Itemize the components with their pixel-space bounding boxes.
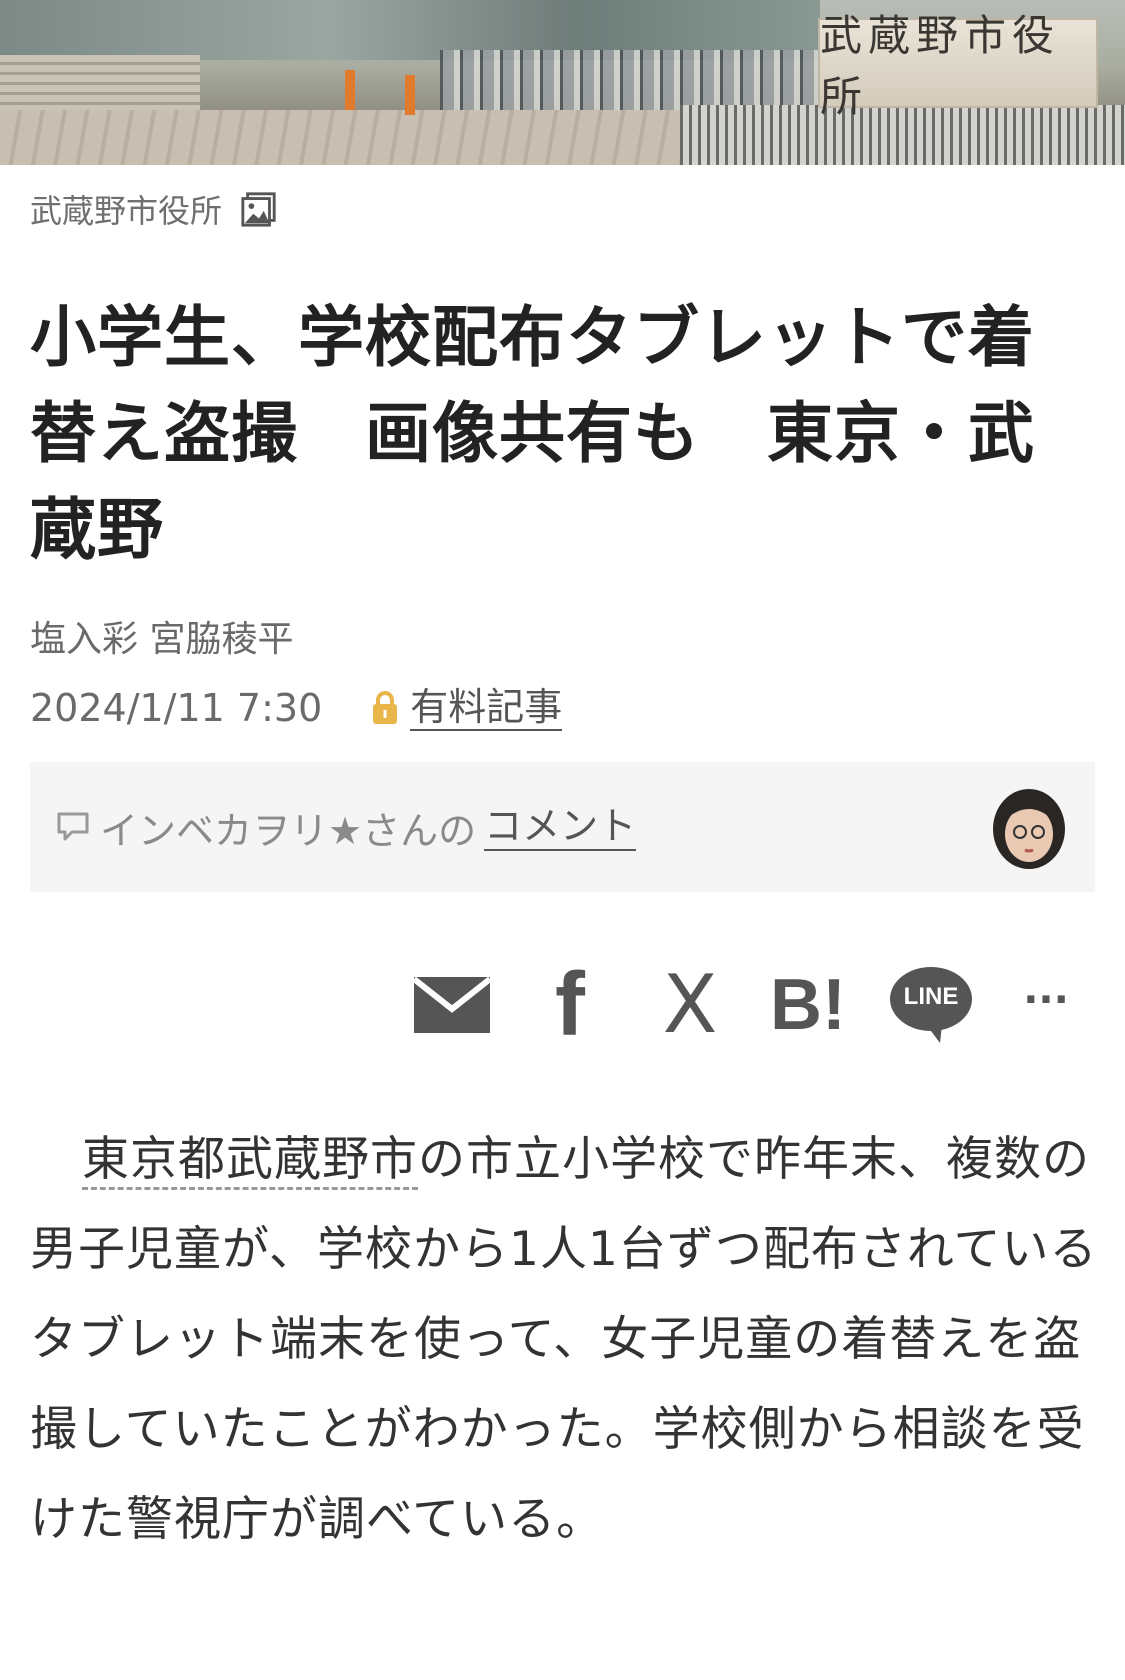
paid-article-link[interactable]: 有料記事 — [410, 685, 563, 731]
comment-author-text: インベカヲリ★さんの — [100, 808, 477, 853]
article-body: 東京都武蔵野市の市立小学校で昨年末、複数の男子児童が、学校から1人1台ずつ配布さ… — [30, 1115, 1100, 1565]
hero-steps — [0, 55, 200, 110]
publish-date: 2024/1/11 7:30 — [30, 686, 323, 730]
hero-bicycles — [440, 50, 820, 110]
article-authors: 塩入彩 宮脇稜平 — [30, 619, 294, 660]
hatena-bookmark-icon[interactable]: B! — [770, 965, 850, 1045]
hero-ground — [0, 110, 720, 165]
caption-text: 武蔵野市役所 — [30, 192, 223, 230]
more-icon[interactable]: ··· — [1018, 965, 1074, 1045]
comment-bubble-icon — [57, 812, 89, 841]
hero-photo[interactable]: 武蔵野市役所 — [0, 0, 1125, 165]
article-meta: 2024/1/11 7:30 有料記事 — [30, 685, 563, 731]
mail-icon[interactable] — [412, 965, 492, 1045]
avatar[interactable] — [989, 784, 1069, 870]
body-text: の市立小学校で昨年末、複数の男子児童が、学校から1人1台ずつ配布されているタブレ… — [30, 1132, 1098, 1547]
line-icon[interactable]: LINE — [888, 965, 974, 1045]
facebook-icon[interactable]: f — [540, 960, 600, 1050]
city-hall-sign: 武蔵野市役所 — [818, 11, 1098, 121]
traffic-cone — [405, 75, 415, 115]
article-title: 小学生、学校配布タブレットで着替え盗撮 画像共有も 東京・武蔵野 — [30, 299, 1035, 568]
x-icon[interactable]: X — [652, 965, 728, 1045]
image-gallery-icon[interactable] — [240, 190, 278, 228]
line-label: LINE — [903, 983, 959, 1010]
expert-comment-box[interactable]: インベカヲリ★さんの コメント — [30, 762, 1095, 892]
photo-caption[interactable]: 武蔵野市役所 — [30, 186, 278, 232]
comment-link[interactable]: コメント — [484, 803, 637, 851]
traffic-cone — [345, 70, 355, 110]
location-link[interactable]: 東京都武蔵野市 — [82, 1132, 418, 1190]
lock-icon — [373, 691, 398, 724]
